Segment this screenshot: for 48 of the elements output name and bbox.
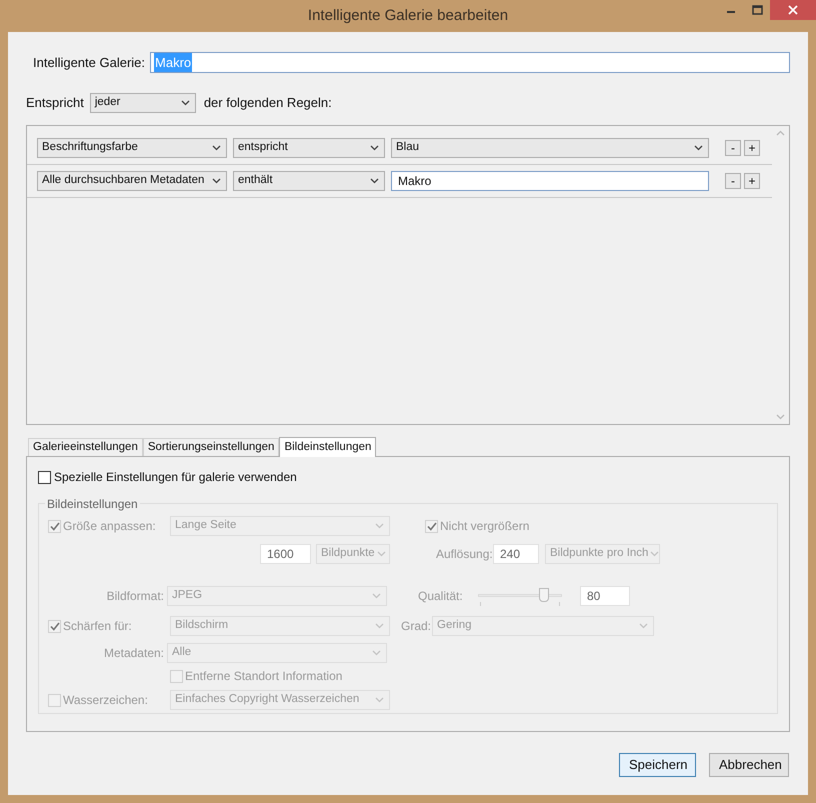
add-rule-button[interactable]: + xyxy=(744,140,760,156)
dropdown[interactable]: Alle durchsuchbaren Metadaten xyxy=(37,171,227,191)
dropdown[interactable]: entspricht xyxy=(233,138,385,158)
tab[interactable]: Galerieeinstellungen xyxy=(28,438,143,456)
chevron-icon xyxy=(650,551,660,557)
dropdown[interactable]: Blau xyxy=(391,138,709,158)
dropdown[interactable]: Beschriftungsfarbe xyxy=(37,138,227,158)
tab[interactable]: Sortierungseinstellungen xyxy=(142,438,280,456)
checkbox-label: Wasserzeichen: xyxy=(63,692,148,709)
field-label: Grad: xyxy=(401,618,432,635)
chevron-icon xyxy=(694,145,703,151)
chevron-icon xyxy=(375,523,384,529)
input-field[interactable]: Makro xyxy=(391,171,709,191)
remove-rule-button[interactable]: - xyxy=(725,173,741,189)
chevron-icon xyxy=(212,178,221,184)
checkbox-label: Größe anpassen: xyxy=(63,518,156,535)
save-button[interactable]: Speichern xyxy=(619,753,696,777)
chevron-icon xyxy=(370,178,379,184)
checkbox-label: Spezielle Einstellungen für galerie verwenden xyxy=(54,469,297,486)
field-label: Bildformat: xyxy=(106,588,165,605)
chevron-icon xyxy=(372,593,381,599)
close-icon xyxy=(788,5,798,15)
tab[interactable]: Bildeinstellungen xyxy=(279,437,376,457)
checkbox-label: Nicht vergrößern xyxy=(440,518,530,535)
maximize-icon xyxy=(752,5,762,15)
chevron-icon xyxy=(372,650,381,656)
chevron-icon xyxy=(375,697,384,703)
chevron-icon xyxy=(376,551,386,557)
chevron-icon xyxy=(639,623,648,629)
match-suffix: der folgenden Regeln: xyxy=(204,94,332,112)
remove-rule-button[interactable]: - xyxy=(725,140,741,156)
field-label: Qualität: xyxy=(418,588,464,605)
chevron-icon xyxy=(370,145,379,151)
checkbox-label: Entferne Standort Information xyxy=(185,668,342,685)
checkbox-label: Schärfen für: xyxy=(63,618,132,635)
window-title: Intelligente Galerie bearbeiten xyxy=(308,6,508,26)
match-label: Entspricht xyxy=(26,94,84,112)
field-label: Metadaten: xyxy=(102,645,165,662)
checkbox[interactable] xyxy=(38,470,51,484)
chevron-icon xyxy=(212,145,221,151)
close-button[interactable] xyxy=(770,0,816,20)
dropdown[interactable]: jeder xyxy=(90,93,196,113)
chevron-icon xyxy=(180,100,190,106)
gallery-name-label: Intelligente Galerie: xyxy=(33,54,146,72)
dropdown[interactable]: enthält xyxy=(233,171,385,191)
cancel-button[interactable]: Abbrechen xyxy=(709,753,789,777)
chevron-icon xyxy=(375,623,384,629)
add-rule-button[interactable]: + xyxy=(744,173,760,189)
